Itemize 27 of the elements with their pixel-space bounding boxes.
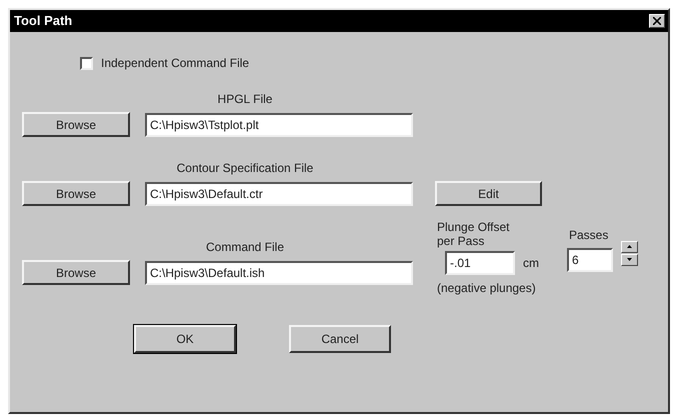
dialog-button[interactable]: OK — [134, 324, 236, 353]
field-label: Passes — [569, 227, 610, 244]
checkbox[interactable] — [80, 56, 93, 70]
field-label: Command File — [204, 239, 286, 256]
field-label: Contour Specification File — [176, 160, 314, 177]
field-label: HPGL File — [216, 91, 274, 108]
path-field[interactable]: C:\Hpisw3\Default.ctr — [145, 182, 413, 206]
unit-label: cm — [523, 254, 539, 272]
plunge-offset-field[interactable]: -.01 — [445, 250, 515, 275]
field-label: Plunge Offset per Pass — [437, 220, 510, 249]
close-icon — [653, 17, 661, 25]
checkbox-label: Independent Command File — [101, 55, 250, 72]
up-arrow-icon — [627, 245, 632, 248]
path-field[interactable]: C:\Hpisw3\Default.ish — [145, 260, 413, 284]
edit-button[interactable]: Edit — [435, 181, 542, 206]
note-text: (negative plunges) — [437, 280, 537, 297]
browse-button[interactable]: Browse — [22, 260, 130, 285]
close-button[interactable] — [649, 14, 665, 28]
spin-down-button[interactable] — [621, 254, 638, 266]
browse-button[interactable]: Browse — [22, 112, 130, 137]
browse-button[interactable]: Browse — [22, 181, 130, 206]
passes-field[interactable]: 6 — [567, 248, 613, 272]
dialog-button[interactable]: Cancel — [289, 324, 391, 353]
spin-up-button[interactable] — [621, 240, 638, 252]
path-field[interactable]: C:\Hpisw3\Tstplot.plt — [145, 112, 413, 136]
window-title: Tool Path — [14, 12, 72, 30]
down-arrow-icon — [627, 258, 632, 261]
